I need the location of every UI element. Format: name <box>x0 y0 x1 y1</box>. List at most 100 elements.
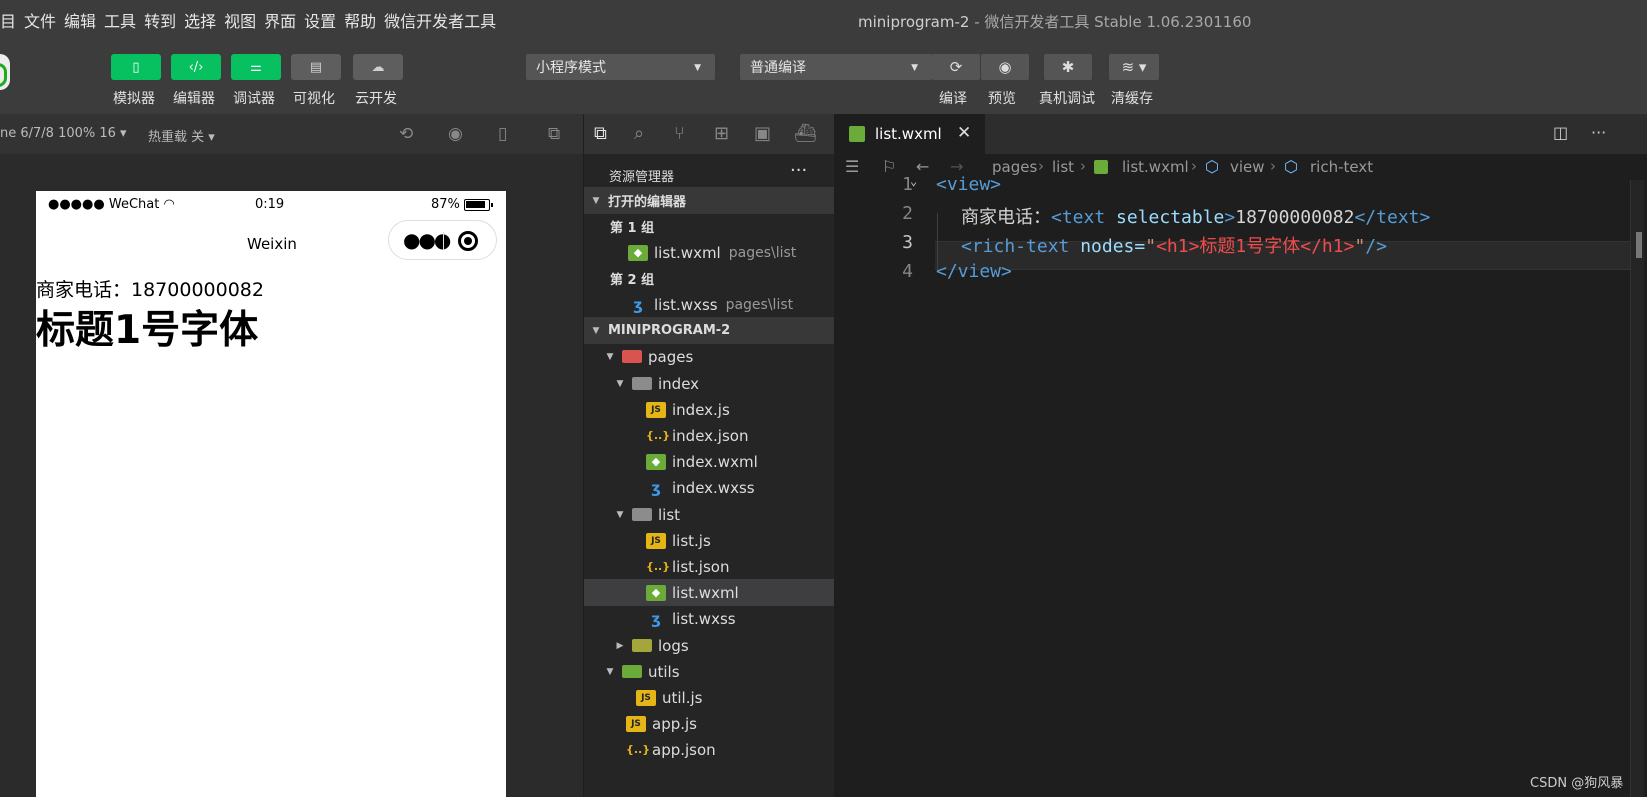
file-path: pages\list <box>725 296 794 313</box>
hot-reload-select[interactable]: 热重载 关 ▾ <box>148 126 215 145</box>
editor-group-2[interactable]: 第 2 组 <box>584 265 834 292</box>
mode-select[interactable]: 小程序模式 ▼ <box>526 54 715 80</box>
project-section[interactable]: ▼ MINIPROGRAM-2 <box>584 317 834 344</box>
tree-folder-pages[interactable]: ▼ pages <box>584 343 834 370</box>
tree-folder-index[interactable]: ▼ index <box>584 370 834 397</box>
simulator-toggle-button[interactable]: ▯ <box>111 54 161 80</box>
tree-file[interactable]: {..} index.json <box>584 422 834 449</box>
menu-item[interactable]: 微信开发者工具 <box>384 8 496 32</box>
extensions-icon[interactable]: ⊞ <box>714 123 729 144</box>
editor-group-1[interactable]: 第 1 组 <box>584 213 834 240</box>
nav-title: Weixin <box>247 235 297 253</box>
app-logo-icon[interactable] <box>0 54 10 90</box>
menu-item[interactable]: 编辑 <box>64 8 96 32</box>
code-token: selectable <box>1105 207 1225 228</box>
more-actions-icon[interactable]: ··· <box>1591 123 1606 142</box>
back-arrow-icon[interactable]: ← <box>916 157 929 176</box>
menu-item[interactable]: 设置 <box>304 8 336 32</box>
tree-file[interactable]: {..} list.json <box>584 553 834 580</box>
open-editors-section[interactable]: ▼ 打开的编辑器 <box>584 187 834 214</box>
storage-icon[interactable]: ▣ <box>754 123 771 144</box>
json-file-icon: {..} <box>646 559 671 573</box>
file-name: app.js <box>652 714 697 733</box>
menu-item[interactable]: 工具 <box>104 8 136 32</box>
menu-item[interactable]: 选择 <box>184 8 216 32</box>
tree-file[interactable]: JS util.js <box>584 684 834 711</box>
editor-toggle-button[interactable]: ‹/› <box>171 54 221 80</box>
tree-file[interactable]: ʒ list.wxss <box>584 605 834 632</box>
status-battery-percent: 87% <box>431 197 460 212</box>
code-line-3: <rich-text nodes="<h1>标题1号字体</h1>"/> <box>961 232 1387 258</box>
device-select[interactable]: ne 6/7/8 100% 16 ▾ <box>0 126 127 141</box>
menu-item[interactable]: 界面 <box>264 8 296 32</box>
wxml-file-icon: ◆ <box>628 244 648 261</box>
chevron-down-icon: ▼ <box>592 325 600 336</box>
breadcrumb-item[interactable]: list <box>1052 158 1074 176</box>
clear-cache-button[interactable]: ≋ ▾ <box>1109 54 1159 80</box>
tree-file-selected[interactable]: ◆ list.wxml <box>584 579 834 606</box>
record-icon[interactable]: ◉ <box>448 124 463 144</box>
source-control-icon[interactable]: ⑂ <box>674 123 685 144</box>
real-device-debug-button[interactable]: ✱ <box>1044 54 1092 80</box>
eye-icon: ◉ <box>998 58 1012 76</box>
cloud-dev-button[interactable]: ☁ <box>353 54 403 80</box>
tree-file[interactable]: ʒ index.wxss <box>584 474 834 501</box>
cube-icon: ⬡ <box>1284 157 1298 176</box>
visual-toggle-button[interactable]: ▤ <box>291 54 341 80</box>
menu-item[interactable]: 文件 <box>24 8 56 32</box>
docker-icon[interactable]: ⛴ <box>794 123 817 144</box>
line-number: 1 <box>902 174 913 195</box>
more-icon[interactable]: ··· <box>790 160 807 181</box>
folder-open-icon <box>632 377 652 390</box>
battery-icon <box>464 199 493 211</box>
preview-button[interactable]: ◉ <box>981 54 1029 80</box>
close-target-icon[interactable] <box>458 231 478 251</box>
debugger-toggle-button[interactable]: ⚌ <box>231 54 281 80</box>
vertical-scrollbar[interactable] <box>1630 180 1644 797</box>
tree-file[interactable]: ◆ index.wxml <box>584 448 834 475</box>
tree-file[interactable]: JS app.js <box>584 710 834 737</box>
tree-folder-utils[interactable]: ▼ utils <box>584 658 834 685</box>
watermark: CSDN @狗风暴 <box>1530 776 1624 791</box>
code-token: " <box>1354 236 1366 257</box>
menu-item[interactable]: 视图 <box>224 8 256 32</box>
tree-folder-logs[interactable]: ▶ logs <box>584 632 834 659</box>
tree-folder-list[interactable]: ▼ list <box>584 501 834 528</box>
search-icon[interactable]: ⌕ <box>634 123 644 144</box>
scrollbar-thumb[interactable] <box>1636 232 1642 258</box>
mobile-icon[interactable]: ▯ <box>498 124 507 144</box>
code-token: > <box>1224 207 1236 228</box>
tab-list-wxml[interactable]: list.wxml ✕ <box>835 114 985 154</box>
real-device-debug-label: 真机调试 <box>1039 91 1095 107</box>
breadcrumb-item[interactable]: list.wxml <box>1122 158 1189 176</box>
split-editor-icon[interactable]: ◫ <box>1553 123 1568 142</box>
tree-file[interactable]: {..} app.json <box>584 736 834 763</box>
menu-item[interactable]: 目 <box>0 8 16 32</box>
detach-window-icon[interactable]: ⧉ <box>548 124 560 144</box>
code-token: 18700000082 <box>1235 207 1355 228</box>
file-name: util.js <box>662 688 703 707</box>
tree-file[interactable]: JS list.js <box>584 527 834 554</box>
breadcrumb-item[interactable]: view <box>1230 158 1265 176</box>
compile-mode-select[interactable]: 普通编译 ▼ <box>740 54 932 80</box>
tree-file[interactable]: JS index.js <box>584 396 834 423</box>
code-editor[interactable]: 1 ⌄ 2 3 4 <view> 商家电话：<text selectable>1… <box>835 174 1647 797</box>
menu-capsule[interactable]: ●●● <box>388 220 497 260</box>
open-editor-item[interactable]: ◆ list.wxml pages\list <box>584 239 834 266</box>
rotate-icon[interactable]: ⟲ <box>399 124 413 144</box>
close-icon[interactable]: ✕ <box>957 123 971 143</box>
open-editor-item[interactable]: ʒ list.wxss pages\list <box>584 291 834 318</box>
files-icon[interactable]: ⧉ <box>594 123 607 144</box>
code-token: <text <box>1051 207 1106 228</box>
compile-button[interactable]: ⟳ <box>932 54 980 80</box>
menu-item[interactable]: 帮助 <box>344 8 376 32</box>
breadcrumb-item[interactable]: rich-text <box>1310 158 1373 176</box>
preview-label: 预览 <box>988 91 1016 107</box>
fold-chevron-icon[interactable]: ⌄ <box>910 174 917 188</box>
code-token: </view> <box>936 261 1012 282</box>
outline-list-icon[interactable]: ☰ <box>845 157 859 176</box>
menu-item[interactable]: 转到 <box>144 8 176 32</box>
window-title: miniprogram-2 - 微信开发者工具 Stable 1.06.2301… <box>858 11 1251 32</box>
chevron-right-icon: › <box>1080 157 1086 175</box>
activity-bar: ⧉ ⌕ ⑂ ⊞ ▣ ⛴ <box>584 114 834 154</box>
